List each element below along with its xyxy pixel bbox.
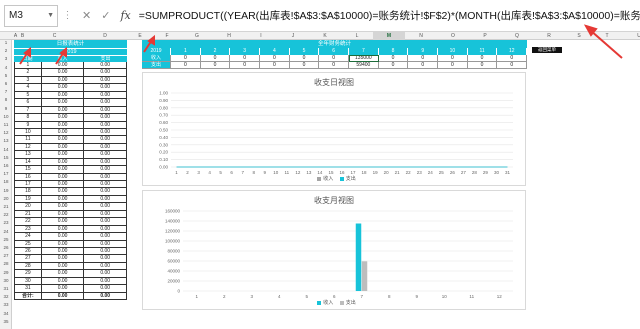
annotation-arrows [19, 24, 623, 65]
arrow-formula [589, 29, 623, 59]
